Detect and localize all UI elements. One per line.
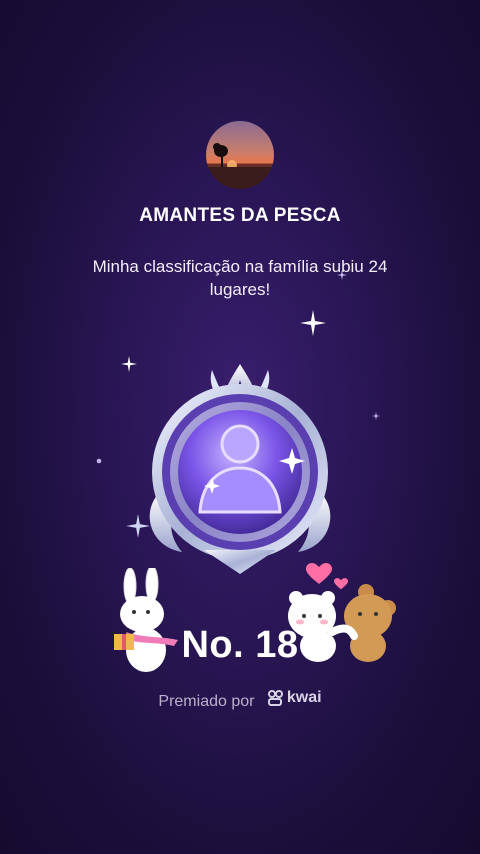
rank-badge-icon [149,364,331,574]
sparkle-star-icon [372,412,380,420]
bunny-with-gift-sticker [114,568,178,672]
sparkle-star-icon [300,310,326,336]
kwai-brand-label: kwai [286,689,322,706]
sparkle-star-icon [337,270,347,280]
rank-number: No. 18 [181,624,299,666]
sparkle-star-icon [96,458,102,464]
sunset-tree-avatar-icon [206,143,274,189]
kwai-logo-icon [267,690,283,706]
kwai-brand[interactable]: kwai [267,689,322,707]
family-name: AMANTES DA PESCA [139,205,341,226]
family-avatar[interactable] [206,121,274,189]
awarded-by: Premiado por kwai [0,689,480,711]
awarded-by-label: Premiado por [158,693,255,710]
hugging-bears-sticker [288,584,396,662]
rank-message: Minha classificação na família subiu 24 … [92,257,388,299]
